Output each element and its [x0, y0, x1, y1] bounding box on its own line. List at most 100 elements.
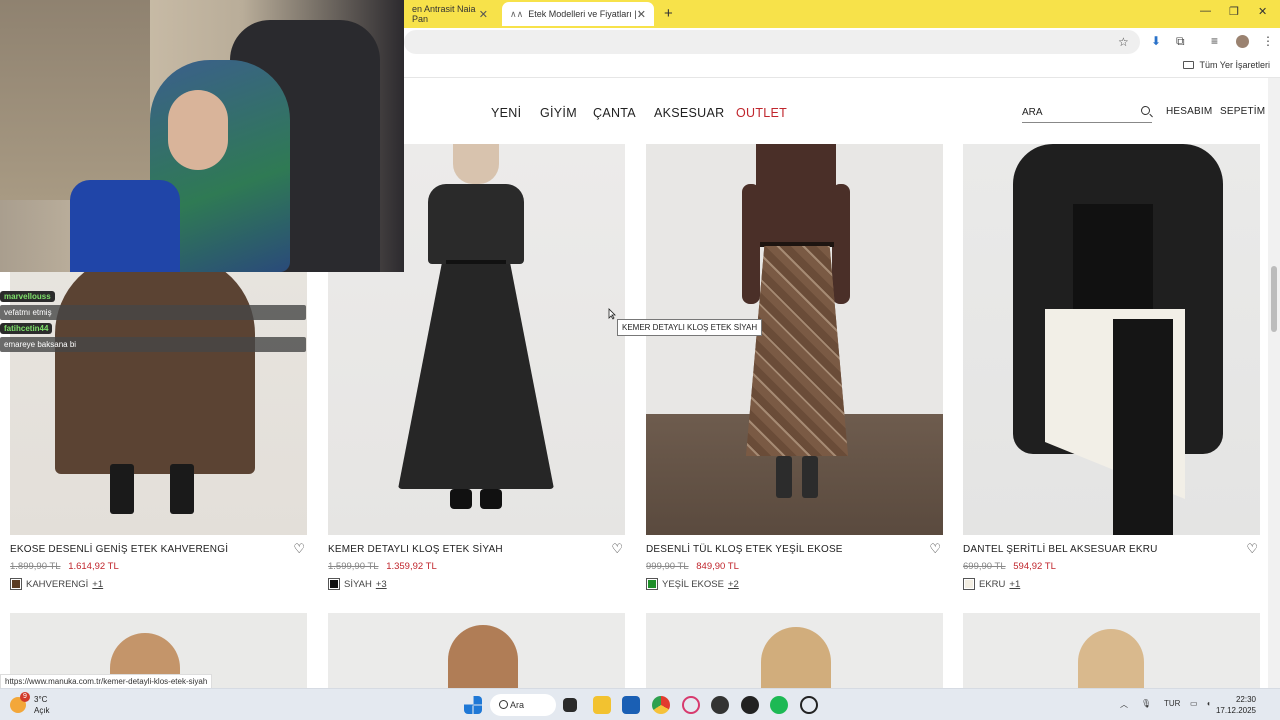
weather-desc: Açık [34, 706, 50, 715]
product-card[interactable]: DANTEL ŞERİTLİ BEL AKSESUAR EKRU ♡ 699,9… [963, 144, 1260, 590]
language-indicator[interactable]: TUR [1164, 699, 1180, 708]
new-tab-icon[interactable]: + [664, 5, 673, 22]
clock-time: 22:30 [1235, 695, 1256, 704]
tray-chevron-icon[interactable]: ︿ [1120, 699, 1128, 710]
more-colors-link[interactable]: +1 [1009, 579, 1020, 590]
product-prices: 1.599,90 TL 1.359,92 TL [328, 561, 437, 572]
media-control-icon[interactable]: ≡ [1211, 34, 1218, 48]
page-scrollbar[interactable] [1268, 78, 1280, 688]
old-price: 1.599,90 TL [328, 561, 379, 572]
favorite-heart-icon[interactable]: ♡ [611, 541, 623, 557]
cart-link[interactable]: SEPETİM [1220, 106, 1265, 117]
product-image[interactable] [646, 613, 943, 688]
browser-tab-active[interactable]: ∧∧ Etek Modelleri ve Fiyatları | Ma ✕ [502, 2, 654, 26]
extensions-icon[interactable]: ⧉ [1176, 34, 1185, 49]
product-name[interactable]: DANTEL ŞERİTLİ BEL AKSESUAR EKRU [963, 544, 1158, 555]
product-prices: 1.899,90 TL 1.614,92 TL [10, 561, 119, 572]
display-icon[interactable]: ▭ [1190, 699, 1198, 708]
nav-canta[interactable]: ÇANTA [593, 106, 636, 120]
more-colors-link[interactable]: +1 [92, 579, 103, 590]
product-name[interactable]: EKOSE DESENLİ GENİŞ ETEK KAHVERENGİ [10, 544, 228, 555]
address-bar[interactable]: ☆ [404, 30, 1140, 54]
model-head-illustration [761, 627, 831, 688]
close-window-icon[interactable]: ✕ [1258, 5, 1267, 18]
microphone-icon[interactable]: 🎙 [1141, 699, 1151, 708]
favorite-heart-icon[interactable]: ♡ [1246, 541, 1258, 557]
model-head-illustration [1078, 629, 1144, 688]
color-swatch[interactable] [10, 578, 22, 590]
boot-illustration [802, 456, 818, 498]
product-image[interactable] [963, 613, 1260, 688]
windows-start-icon[interactable] [464, 696, 482, 714]
product-image[interactable] [646, 144, 943, 535]
favicon-icon: ∧∧ [510, 8, 524, 19]
product-image[interactable] [328, 613, 625, 688]
more-colors-link[interactable]: +2 [728, 579, 739, 590]
store-icon[interactable] [622, 696, 640, 714]
sale-price: 594,92 TL [1013, 561, 1056, 572]
product-image[interactable] [963, 144, 1260, 535]
file-explorer-icon[interactable] [593, 696, 611, 714]
arm-illustration [832, 184, 850, 304]
restore-icon[interactable]: ❐ [1229, 5, 1239, 18]
tab-title: Etek Modelleri ve Fiyatları | Ma [528, 9, 641, 19]
arm-illustration [742, 184, 760, 304]
opera-icon[interactable] [682, 696, 700, 714]
chatgpt-icon[interactable] [800, 696, 818, 714]
nav-outlet[interactable]: OUTLET [736, 106, 787, 120]
folder-icon [1183, 61, 1195, 69]
face-illustration [168, 90, 228, 170]
task-view-icon[interactable] [563, 698, 577, 712]
color-swatch[interactable] [963, 578, 975, 590]
minimize-icon[interactable]: — [1200, 5, 1211, 17]
app-icon[interactable] [741, 696, 759, 714]
weather-widget[interactable]: 3°C Açık [34, 694, 50, 716]
search-icon[interactable] [1141, 106, 1150, 115]
room-background [0, 0, 150, 200]
taskbar-search-label: Ara [510, 700, 525, 710]
close-tab-icon[interactable]: ✕ [637, 8, 646, 21]
product-prices: 999,90 TL 849,90 TL [646, 561, 739, 572]
skirt-illustration [398, 264, 554, 489]
profile-avatar-icon[interactable] [1236, 35, 1249, 48]
product-prices: 699,90 TL 594,92 TL [963, 561, 1056, 572]
volume-icon[interactable]: ◖ [1206, 699, 1211, 708]
sale-price: 1.614,92 TL [68, 561, 119, 572]
account-link[interactable]: HESABIM [1166, 106, 1212, 117]
close-tab-icon[interactable]: ✕ [479, 8, 488, 21]
all-bookmarks-label: Tüm Yer İşaretleri [1199, 60, 1270, 70]
all-bookmarks-button[interactable]: Tüm Yer İşaretleri [1183, 60, 1270, 70]
clock[interactable]: 22:30 17.12.2025 [1216, 694, 1256, 716]
tab-title: en Antrasit Naia Pan [412, 4, 476, 24]
product-name[interactable]: KEMER DETAYLI KLOŞ ETEK SİYAH [328, 544, 503, 555]
weather-temp: 3°C [34, 695, 48, 704]
windows-taskbar: 9 3°C Açık Ara ︿ 🎙 TUR ▭ ◖ 22:30 17.12.2… [0, 688, 1280, 720]
nav-giyim[interactable]: GİYİM [540, 106, 577, 120]
browser-tab-inactive[interactable]: en Antrasit Naia Pan ✕ [404, 2, 496, 26]
nav-yeni[interactable]: YENİ [491, 106, 521, 120]
nav-aksesuar[interactable]: AKSESUAR [654, 106, 724, 120]
color-options: EKRU +1 [963, 578, 1020, 590]
more-colors-link[interactable]: +3 [376, 579, 387, 590]
product-card[interactable]: DESENLİ TÜL KLOŞ ETEK YEŞİL EKOSE ♡ 999,… [646, 144, 943, 590]
old-price: 1.899,90 TL [10, 561, 61, 572]
taskbar-search[interactable]: Ara [490, 694, 556, 716]
spotify-icon[interactable] [770, 696, 788, 714]
menu-dots-icon[interactable]: ⋮ [1262, 34, 1274, 48]
favorite-heart-icon[interactable]: ♡ [929, 541, 941, 557]
obs-icon[interactable] [711, 696, 729, 714]
old-price: 999,90 TL [646, 561, 689, 572]
trousers-illustration [1113, 319, 1173, 535]
sale-price: 849,90 TL [696, 561, 739, 572]
product-name[interactable]: DESENLİ TÜL KLOŞ ETEK YEŞİL EKOSE [646, 544, 843, 555]
boot-illustration [170, 464, 194, 514]
old-price: 699,90 TL [963, 561, 1006, 572]
color-swatch[interactable] [646, 578, 658, 590]
favorite-heart-icon[interactable]: ♡ [293, 541, 305, 557]
download-icon[interactable]: ⬇ [1151, 34, 1161, 48]
search-input[interactable]: ARA [1022, 104, 1152, 123]
bookmark-star-icon[interactable]: ☆ [1118, 35, 1129, 49]
color-swatch[interactable] [328, 578, 340, 590]
scroll-thumb[interactable] [1271, 266, 1277, 332]
chrome-icon[interactable] [652, 696, 670, 714]
